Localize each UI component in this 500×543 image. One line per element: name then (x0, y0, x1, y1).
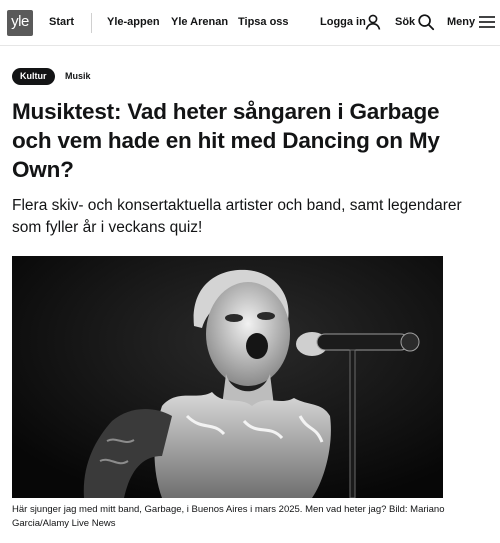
menu-label[interactable]: Meny (447, 16, 475, 28)
article-lead: Flera skiv- och konsertaktuella artister… (12, 197, 462, 236)
singer-photo-illustration (12, 256, 443, 498)
article-headline: Musiktest: Vad heter sångaren i Garbage … (12, 99, 440, 182)
search-label[interactable]: Sök (395, 16, 415, 28)
login-label[interactable]: Logga in (320, 16, 366, 28)
nav-start[interactable]: Start (49, 16, 74, 28)
nav-yle-appen[interactable]: Yle-appen (107, 16, 160, 28)
person-icon[interactable] (364, 13, 382, 31)
site-header: yle Start Yle-appen Yle Arenan Tipsa oss… (0, 0, 500, 46)
category-tag-musik[interactable]: Musik (65, 68, 91, 85)
nav-tipsa-oss[interactable]: Tipsa oss (238, 16, 289, 28)
nav-yle-arenan[interactable]: Yle Arenan (171, 16, 228, 28)
article-image (12, 256, 443, 498)
category-tag-kultur[interactable]: Kultur (12, 68, 55, 85)
image-caption: Här sjunger jag med mitt band, Garbage, … (12, 504, 445, 529)
yle-logo[interactable]: yle (7, 10, 33, 36)
nav-divider (91, 13, 92, 33)
search-icon[interactable] (417, 13, 435, 31)
hamburger-icon[interactable] (478, 13, 496, 31)
